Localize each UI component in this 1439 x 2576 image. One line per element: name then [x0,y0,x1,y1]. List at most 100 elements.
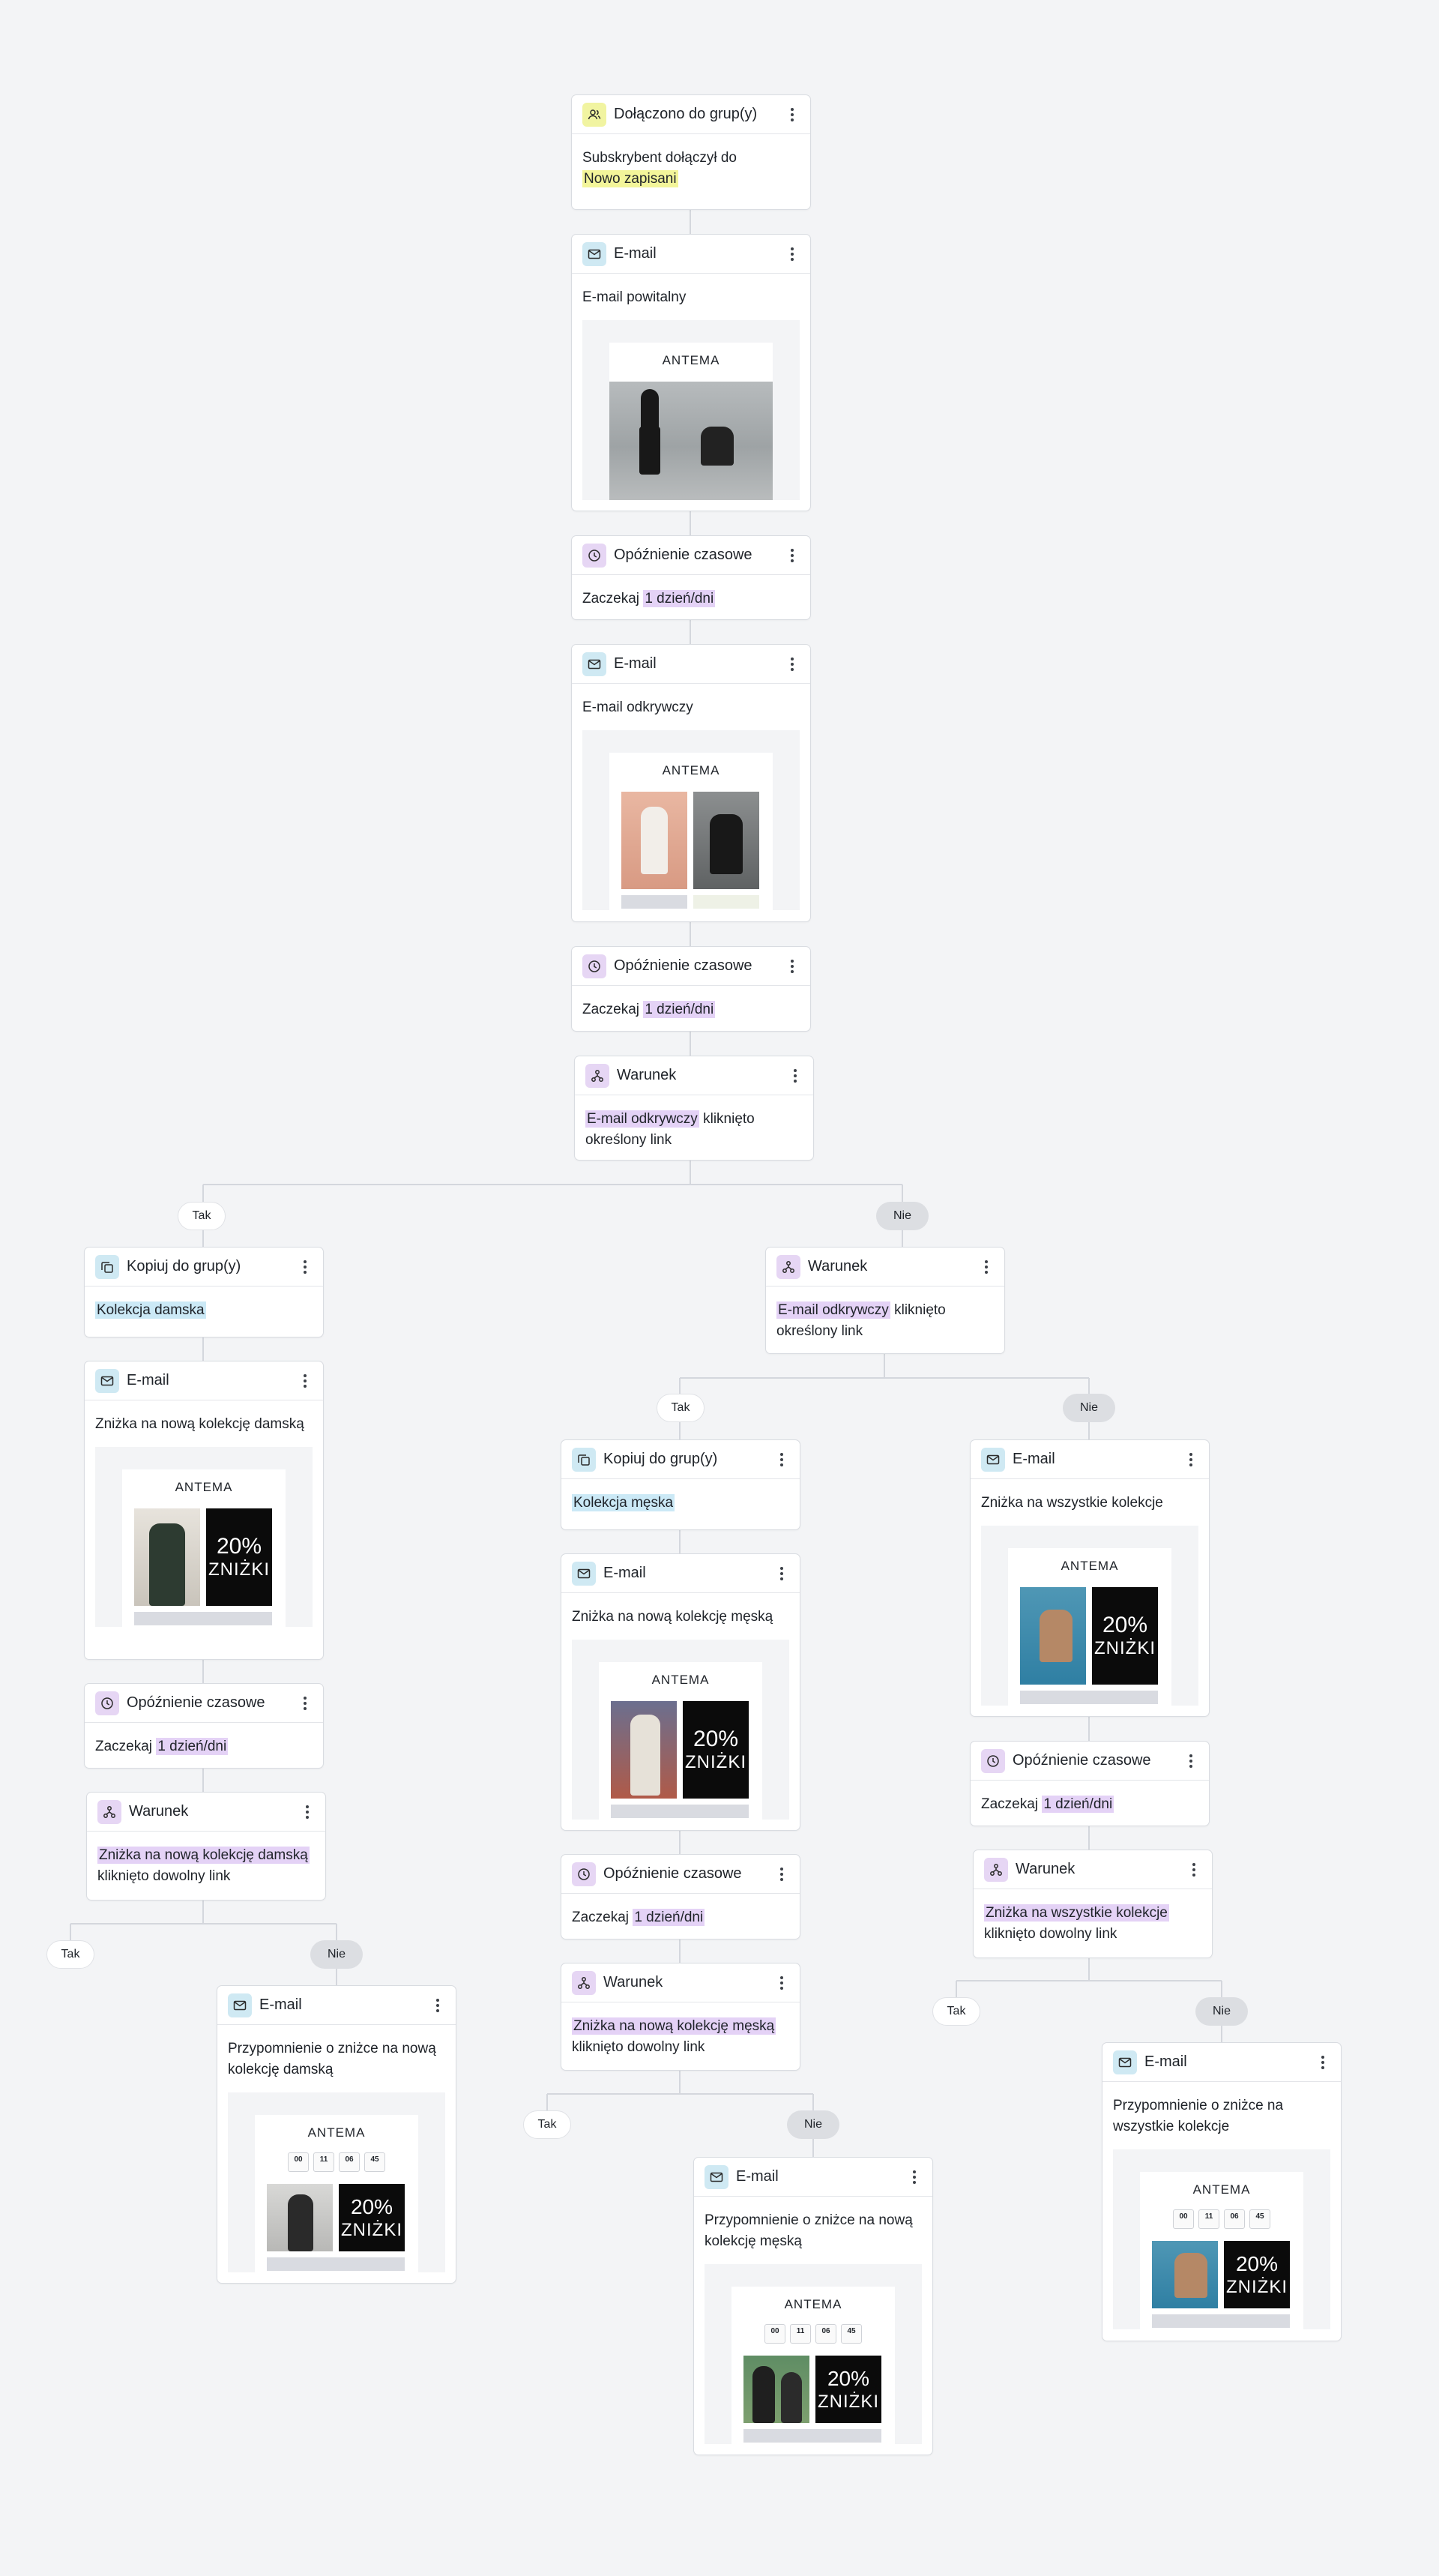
more-options-icon[interactable] [785,956,800,977]
node-header: Opóźnienie czasowe [85,1684,323,1723]
email-preview[interactable]: ANTEMA 20% ZNIŻKI [95,1447,313,1627]
delay-node-1[interactable]: Opóźnienie czasowe Zaczekaj 1 dzień/dni [571,535,811,620]
email-node-all-collections[interactable]: E-mail Zniżka na wszystkie kolekcje ANTE… [970,1439,1210,1717]
node-title: Opóźnienie czasowe [603,1865,742,1882]
group-tag[interactable]: Kolekcja męska [572,1494,675,1511]
more-options-icon[interactable] [774,1864,789,1885]
split-branch-icon [776,1254,800,1279]
split-branch-icon [585,1063,609,1088]
email-reference[interactable]: E-mail odkrywczy [776,1301,890,1319]
branch-yes-pill[interactable]: Tak [657,1394,705,1422]
node-header: E-mail [572,645,810,684]
delay-node-men[interactable]: Opóźnienie czasowe Zaczekaj 1 dzień/dni [561,1854,800,1939]
more-options-icon[interactable] [774,1972,789,1993]
more-options-icon[interactable] [907,2167,922,2188]
more-options-icon[interactable] [774,1563,789,1584]
node-title: E-mail [1144,2053,1187,2070]
email-node-all-reminder[interactable]: E-mail Przypomnienie o zniżce na wszystk… [1102,2042,1342,2341]
delay-node-women[interactable]: Opóźnienie czasowe Zaczekaj 1 dzień/dni [84,1683,324,1769]
email-preview[interactable]: ANTEMA 20% ZNIŻKI [572,1640,789,1820]
button-placeholder [743,2429,881,2443]
delay-value[interactable]: 1 dzień/dni [1042,1796,1114,1813]
more-options-icon[interactable] [300,1802,315,1823]
delay-node-all[interactable]: Opóźnienie czasowe Zaczekaj 1 dzień/dni [970,1741,1210,1826]
node-title: E-mail [127,1372,169,1388]
product-image [743,2356,809,2423]
email-preview[interactable]: ANTEMA [582,730,800,910]
branch-yes-pill[interactable]: Tak [178,1202,226,1230]
email-preview[interactable]: ANTEMA 20% ZNIŻKI [981,1526,1198,1706]
more-options-icon[interactable] [298,1257,313,1278]
more-options-icon[interactable] [785,654,800,675]
more-options-icon[interactable] [785,545,800,566]
brand-logo: ANTEMA [662,353,720,367]
email-preview[interactable]: ANTEMA 00 11 06 45 20% ZNIŻKI [1113,2149,1330,2329]
envelope-icon [705,2164,728,2189]
email-reference[interactable]: Zniżka na nową kolekcję damską [97,1847,310,1864]
branch-yes-pill[interactable]: Tak [46,1940,94,1969]
more-options-icon[interactable] [979,1257,994,1278]
email-node-discovery[interactable]: E-mail E-mail odkrywczy ANTEMA [571,644,811,922]
timer-digit: 06 [815,2324,836,2344]
more-options-icon[interactable] [1183,1751,1198,1772]
copy-to-group-node-men[interactable]: Kopiuj do grup(y) Kolekcja męska [561,1439,800,1530]
node-description: Kolekcja damska [85,1287,323,1333]
node-description: Zaczekaj 1 dzień/dni [572,575,810,622]
branch-no-pill[interactable]: Nie [787,2110,839,2139]
copy-icon [572,1447,596,1472]
email-reference[interactable]: Zniżka na nową kolekcję męską [572,2017,776,2035]
node-header: Kopiuj do grup(y) [85,1248,323,1287]
email-node-men-discount[interactable]: E-mail Zniżka na nową kolekcję męską ANT… [561,1553,800,1831]
email-preview[interactable]: ANTEMA [582,320,800,500]
group-tag[interactable]: Kolekcja damska [95,1301,206,1319]
more-options-icon[interactable] [788,1065,803,1086]
condition-node-women[interactable]: Warunek Zniżka na nową kolekcję damską k… [86,1792,326,1901]
delay-node-2[interactable]: Opóźnienie czasowe Zaczekaj 1 dzień/dni [571,946,811,1032]
more-options-icon[interactable] [1315,2052,1330,2073]
brand-logo: ANTEMA [1061,1559,1119,1573]
condition-node-secondary[interactable]: Warunek E-mail odkrywczy kliknięto okreś… [765,1247,1005,1354]
delay-value[interactable]: 1 dzień/dni [633,1909,705,1926]
email-preview-card: ANTEMA 20% ZNIŻKI [122,1469,286,1627]
more-options-icon[interactable] [774,1449,789,1470]
branch-yes-pill[interactable]: Tak [523,2110,571,2139]
more-options-icon[interactable] [298,1370,313,1391]
email-node-women-discount[interactable]: E-mail Zniżka na nową kolekcję damską AN… [84,1361,324,1660]
delay-value[interactable]: 1 dzień/dni [643,590,716,607]
more-options-icon[interactable] [430,1995,445,2016]
more-options-icon[interactable] [785,104,800,125]
more-options-icon[interactable] [785,244,800,265]
condition-node-men[interactable]: Warunek Zniżka na nową kolekcję męską kl… [561,1963,800,2071]
branch-no-pill[interactable]: Nie [1063,1394,1115,1422]
more-options-icon[interactable] [1183,1449,1198,1470]
more-options-icon[interactable] [1186,1859,1201,1880]
email-node-welcome[interactable]: E-mail E-mail powitalny ANTEMA [571,234,811,511]
email-preview-card: ANTEMA [609,343,773,500]
branch-no-pill[interactable]: Nie [876,1202,929,1230]
clock-icon [981,1748,1005,1773]
condition-node-main[interactable]: Warunek E-mail odkrywczy kliknięto okreś… [574,1056,814,1161]
group-tag[interactable]: Nowo zapisani [582,170,678,187]
branch-no-pill[interactable]: Nie [310,1940,363,1969]
branch-no-pill[interactable]: Nie [1195,1997,1248,2026]
condition-node-all[interactable]: Warunek Zniżka na wszystkie kolekcje kli… [973,1850,1213,1958]
email-reference[interactable]: Zniżka na wszystkie kolekcje [984,1904,1169,1922]
split-branch-icon [984,1857,1008,1882]
email-subject: Przypomnienie o zniżce na nową kolekcję … [705,2212,913,2249]
branch-yes-pill[interactable]: Tak [932,1997,980,2026]
email-reference[interactable]: E-mail odkrywczy [585,1110,699,1128]
node-title: Warunek [603,1974,663,1990]
email-node-women-reminder[interactable]: E-mail Przypomnienie o zniżce na nową ko… [217,1985,456,2284]
trigger-node-joined-group[interactable]: Dołączono do grup(y) Subskrybent dołączy… [571,94,811,210]
copy-to-group-node-women[interactable]: Kopiuj do grup(y) Kolekcja damska [84,1247,324,1337]
discount-badge: 20% ZNIŻKI [339,2184,405,2251]
email-preview[interactable]: ANTEMA 00 11 06 45 20% ZNIŻKI [705,2264,922,2444]
timer-digit: 06 [1224,2209,1245,2229]
email-node-men-reminder[interactable]: E-mail Przypomnienie o zniżce na nową ko… [693,2157,933,2455]
product-image [134,1508,200,1606]
node-description: Zaczekaj 1 dzień/dni [572,986,810,1032]
delay-value[interactable]: 1 dzień/dni [643,1001,716,1018]
delay-value[interactable]: 1 dzień/dni [156,1738,229,1755]
email-preview[interactable]: ANTEMA 00 11 06 45 20% ZNIŻKI [228,2092,445,2272]
more-options-icon[interactable] [298,1693,313,1714]
